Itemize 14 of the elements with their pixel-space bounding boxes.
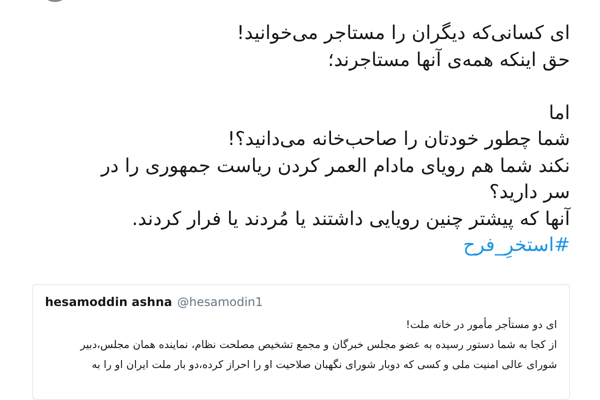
tweet-text-line: ای کسانی‌که دیگران را مستاجر می‌خوانید!: [236, 21, 570, 46]
author-handle: @hesamodin1: [177, 295, 263, 309]
tweet-text-line: شما چطور خودتان را صاحب‌خانه می‌دانید؟!: [226, 127, 570, 152]
tweet-text-line: اما: [548, 100, 570, 126]
tweet-text-line: آنها که پیشتر چنین رویایی داشتند یا مُردند یا فرار کردند.: [130, 206, 570, 232]
quoted-tweet-card[interactable]: [32, 284, 570, 400]
tweet-text-line: نکند شما هم رویای مادام العمر کردن ریاست جمهوری را در: [99, 154, 570, 179]
hashtag-link[interactable]: #استخرِ_فرح: [463, 232, 570, 258]
tweet-text-line: سر دارید؟: [488, 180, 570, 205]
tweet-text-line: حق اینکه همه‌ی آنها مستاجرند؛: [326, 47, 570, 73]
author-name: hesamoddin ashna: [45, 295, 172, 309]
quoted-text-line: از کجا به شما دستور رسیده به عضو مجلس خبرگان و مجمع تشخیص مصلحت نظام، نماینده همان مجلس،دبیر: [79, 338, 557, 353]
quoted-text-line: ای دو مستأجر مأمور در خانه ملت!: [404, 316, 557, 333]
quoted-text-line: شورای عالی امنیت ملی و کسی که دوبار شورای نگهبان صلاحیت او را احراز کرده،دو بار ملت ایران او را به: [90, 358, 557, 373]
